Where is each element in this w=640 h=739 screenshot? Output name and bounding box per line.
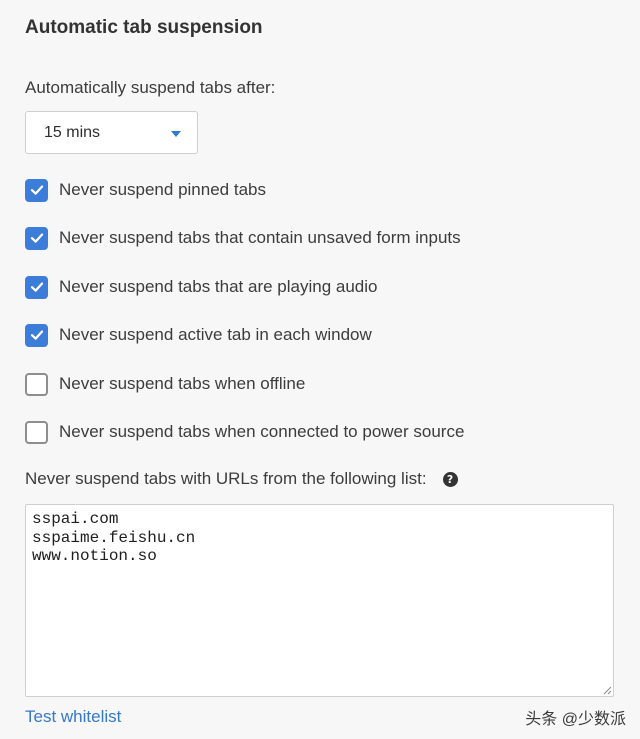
option-unsaved-form[interactable]: Never suspend tabs that contain unsaved … xyxy=(25,226,461,250)
suspend-after-label: Automatically suspend tabs after: xyxy=(25,78,276,97)
watermark: 头条 @少数派 xyxy=(525,711,626,728)
checkbox-pinned-tabs[interactable] xyxy=(25,178,48,202)
checkbox-active-tab[interactable] xyxy=(25,323,48,347)
option-playing-audio[interactable]: Never suspend tabs that are playing audi… xyxy=(25,275,377,299)
option-power-source[interactable]: Never suspend tabs when connected to pow… xyxy=(25,420,464,444)
test-whitelist-link[interactable]: Test whitelist xyxy=(25,707,121,727)
checkmark-icon xyxy=(30,185,43,195)
question-circle-icon[interactable]: ? xyxy=(442,471,458,487)
whitelist-label-row: Never suspend tabs with URLs from the fo… xyxy=(25,469,458,489)
whitelist-textarea[interactable]: sspai.com sspaime.feishu.cn www.notion.s… xyxy=(25,504,614,697)
checkbox-playing-audio[interactable] xyxy=(25,275,48,299)
checkbox-offline[interactable] xyxy=(25,372,48,396)
option-label: Never suspend tabs when connected to pow… xyxy=(59,422,465,441)
option-offline[interactable]: Never suspend tabs when offline xyxy=(25,372,305,396)
resize-handle-icon[interactable] xyxy=(602,685,612,695)
option-label: Never suspend tabs when offline xyxy=(59,374,306,393)
option-label: Never suspend active tab in each window xyxy=(59,325,372,344)
option-active-tab[interactable]: Never suspend active tab in each window xyxy=(25,323,372,347)
checkmark-icon xyxy=(30,330,43,340)
settings-page: Automatic tab suspension Automatically s… xyxy=(0,0,640,739)
option-label: Never suspend pinned tabs xyxy=(59,180,266,199)
caret-down-icon xyxy=(171,131,181,137)
checkmark-icon xyxy=(30,233,43,243)
whitelist-label: Never suspend tabs with URLs from the fo… xyxy=(25,469,427,488)
suspend-after-dropdown[interactable]: 15 mins xyxy=(25,111,198,154)
option-label: Never suspend tabs that are playing audi… xyxy=(59,277,378,296)
option-label: Never suspend tabs that contain unsaved … xyxy=(59,228,461,247)
option-pinned-tabs[interactable]: Never suspend pinned tabs xyxy=(25,178,266,202)
section-title: Automatic tab suspension xyxy=(25,17,263,38)
checkbox-unsaved-form[interactable] xyxy=(25,226,48,250)
checkmark-icon xyxy=(30,282,43,292)
suspend-after-value: 15 mins xyxy=(44,124,101,141)
checkbox-power-source[interactable] xyxy=(25,420,48,444)
